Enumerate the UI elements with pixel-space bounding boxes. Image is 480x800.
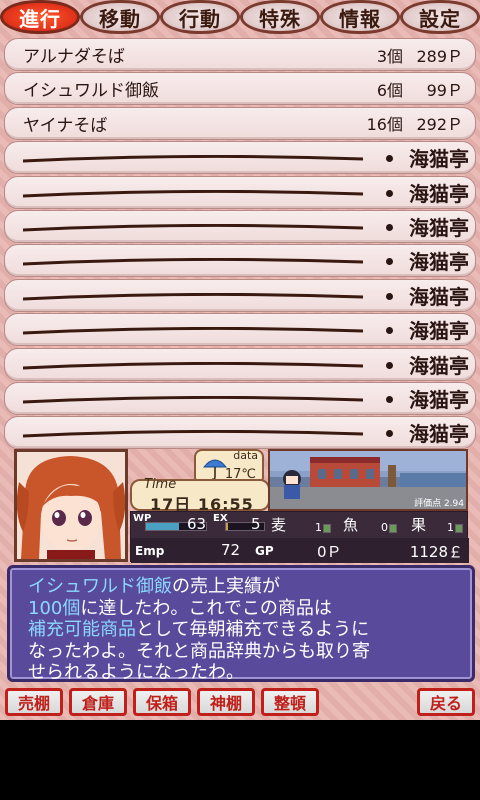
empty-slot-line [23,430,363,438]
shelf-item[interactable]: イシュワルド御飯 6個 99Ｐ [4,72,476,106]
item-price: 292Ｐ [416,115,463,135]
shop-name: 海猫亭 [409,250,469,275]
empty-shelf-slot[interactable]: 海猫亭 [4,278,476,312]
item-quantity: 3個 [376,46,403,66]
back-button[interactable]: 戻る [417,688,475,716]
ingredient-fish: 魚 [343,516,359,534]
empty-shelf-slot[interactable]: 海猫亭 [4,175,476,209]
shelf-item[interactable]: アルナダそば 3個 289Ｐ [4,38,476,71]
ingredient-wheat-count: 1 [315,521,322,534]
empty-shelf-slot[interactable]: 海猫亭 [4,244,476,278]
item-name: ヤイナそば [23,115,108,136]
stats-panel: WP 63 EX 5 麦 1 魚 0 果 1 Emp 72 GP 0Ｐ 1128… [130,511,469,563]
storage-button[interactable]: 倉庫 [69,688,127,716]
msg-part: として毎朝補充できるように [136,619,370,640]
bullet-icon [386,395,393,403]
sell-shelf-button[interactable]: 売棚 [5,688,63,716]
shelf-item[interactable]: ヤイナそば 16個 292Ｐ [4,106,476,140]
ingredient-wheat-bar [323,524,331,533]
message-box[interactable]: イシュワルド御飯の売上実績が 100個に達したわ。これでこの商品は 補充可能商品とし… [7,565,475,684]
empty-shelf-slot[interactable]: 海猫亭 [4,416,476,450]
time-box: Time 17日 16:55 [130,477,270,514]
main-tabs: 進行 移動 行動 特殊 情報 設定 [0,0,480,36]
shop-name: 海猫亭 [409,181,469,206]
message-text: イシュワルド御飯の売上実績が 100個に達したわ。これでこの商品は 補充可能商品とし… [28,576,468,684]
tab-special[interactable]: 特殊 [240,0,320,34]
shelf-list: アルナダそば 3個 289Ｐ イシュワルド御飯 6個 99Ｐ ヤイナそば 16個… [4,38,476,451]
tab-move[interactable]: 移動 [80,0,160,34]
shop-name: 海猫亭 [409,387,469,412]
ingredient-fish-bar [389,524,397,533]
emp-value: 72 [221,541,241,559]
empty-slot-line [23,292,363,301]
arrange-button[interactable]: 整頓 [261,688,319,716]
character-portrait [14,449,128,562]
shop-name: 海猫亭 [409,147,469,172]
tab-action[interactable]: 行動 [160,0,240,34]
empty-slot-line [23,361,363,370]
bullet-icon [386,430,393,438]
ingredient-fruit-bar [455,524,463,533]
box-button[interactable]: 保箱 [133,688,191,716]
gp-value: 0Ｐ [317,543,342,561]
shop-name: 海猫亭 [409,215,469,240]
msg-part: に達したわ。これでこの商品は [80,597,332,619]
shop-name: 海猫亭 [409,284,469,309]
weather-label: data [233,449,258,462]
item-quantity: 6個 [376,80,403,100]
empty-slot-line [23,395,363,404]
empty-slot-line [23,258,363,266]
empty-slot-line [23,327,363,335]
empty-shelf-slot[interactable]: 海猫亭 [4,381,476,415]
ex-value: 5 [251,515,261,533]
wp-value: 63 [187,515,207,533]
empty-shelf-slot[interactable]: 海猫亭 [4,347,476,381]
shop-name: 海猫亭 [409,319,469,344]
shrine-button[interactable]: 神棚 [197,688,255,716]
bullet-icon [386,258,393,266]
shop-name: 海猫亭 [409,353,469,378]
bottom-toolbar: 売棚 倉庫 保箱 神棚 整頓 戻る [0,688,480,718]
money-value: 1128￡ [409,543,463,561]
bullet-icon [386,327,393,335]
ingredient-fruit: 果 [411,516,427,534]
empty-slot-line [23,223,363,232]
score-label: 評価点 2.94 [414,499,464,509]
town-scene: 評価点 2.94 [268,449,468,511]
item-price: 99Ｐ [426,80,463,100]
msg-part: せられるようになったわ。 [28,662,244,683]
item-name: アルナダそば [23,47,125,67]
bullet-icon [386,361,393,369]
tab-settings[interactable]: 設定 [400,0,480,34]
status-panel: data 17℃ Time 17日 16:55 評価点 2.94 WP 63 E… [14,449,469,563]
empty-shelf-slot[interactable]: 海猫亭 [4,141,476,175]
msg-restockable: 補充可能商品 [28,619,136,640]
empty-slot-line [23,155,363,163]
game-screen: 進行 移動 行動 特殊 情報 設定 アルナダそば 3個 289Ｐ イシュワルド御… [0,0,480,720]
time-label: Time [144,477,177,492]
item-price: 289Ｐ [416,46,463,66]
item-name: イシュワルド御飯 [23,81,159,102]
ingredient-wheat: 麦 [271,516,287,534]
ingredient-fruit-count: 1 [447,521,454,534]
gp-label: GP [255,544,274,558]
empty-shelf-slot[interactable]: 海猫亭 [4,313,476,347]
bullet-icon [386,189,393,197]
empty-shelf-slot[interactable]: 海猫亭 [4,209,476,243]
msg-part: の売上実績が [172,576,280,597]
msg-item-name: イシュワルド御飯 [28,576,172,597]
empty-slot-line [23,189,363,198]
bullet-icon [386,292,393,300]
bullet-icon [386,223,393,231]
tab-progress[interactable]: 進行 [0,0,80,34]
msg-count: 100個 [28,597,81,619]
shop-name: 海猫亭 [409,422,469,447]
msg-part: なったわよ。それと商品辞典からも取り寄 [28,640,370,662]
ingredient-fish-count: 0 [381,521,388,534]
emp-label: Emp [135,544,165,558]
tab-info[interactable]: 情報 [320,0,400,34]
item-quantity: 16個 [366,115,403,135]
bullet-icon [386,155,393,163]
